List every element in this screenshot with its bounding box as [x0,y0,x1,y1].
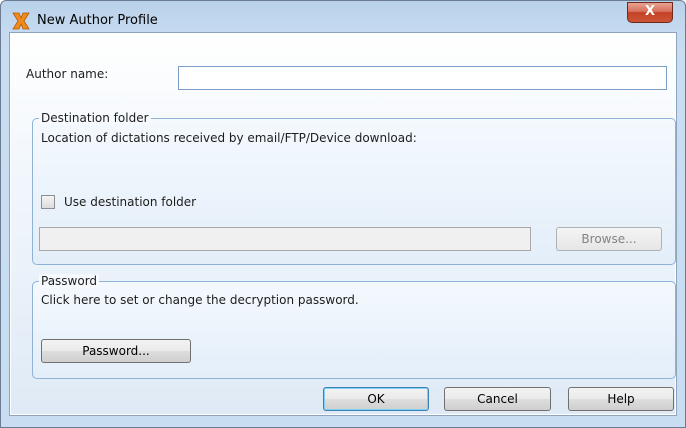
password-button[interactable]: Password... [41,339,191,363]
browse-button[interactable]: Browse... [556,227,662,251]
help-button[interactable]: Help [568,387,674,411]
destination-description: Location of dictations received by email… [41,131,417,145]
author-name-input[interactable] [178,66,667,90]
close-button[interactable]: X [627,2,673,23]
destination-path-field [39,227,531,251]
destination-folder-legend: Destination folder [39,111,151,125]
use-destination-label[interactable]: Use destination folder [64,195,196,209]
close-icon: X [644,4,656,19]
password-legend: Password [39,274,100,288]
app-logo-icon [12,12,30,30]
author-name-label: Author name: [26,67,109,81]
password-description: Click here to set or change the decrypti… [41,293,359,307]
window-title: New Author Profile [37,13,158,28]
use-destination-checkbox[interactable] [41,195,55,209]
title-bar[interactable]: New Author Profile X [1,1,685,33]
dialog-window: New Author Profile X Author name: Destin… [0,0,686,428]
ok-button[interactable]: OK [323,387,429,411]
cancel-button[interactable]: Cancel [444,387,551,411]
